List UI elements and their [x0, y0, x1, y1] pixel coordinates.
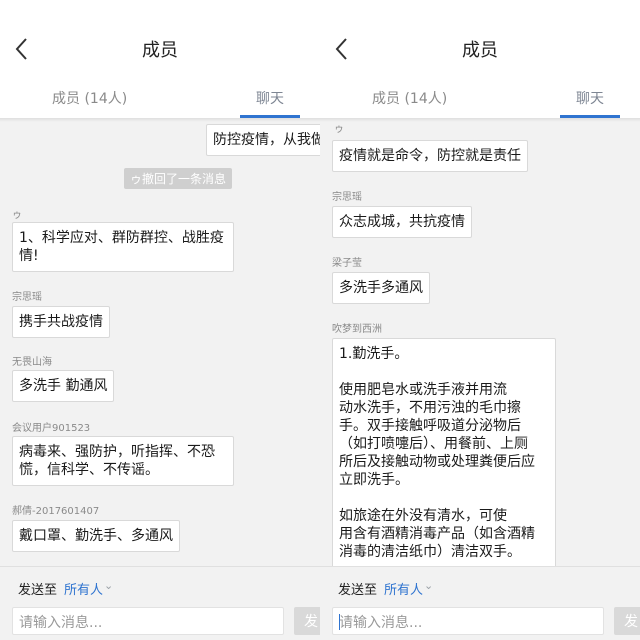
- chat-message: 戴口罩、勤洗手、多通风: [12, 520, 180, 552]
- tab-members[interactable]: 成员 (14人): [372, 88, 447, 108]
- message-sender: 会议用户901523: [12, 423, 91, 434]
- header: 成员 成员 (14人) 聊天: [320, 0, 640, 118]
- chevron-down-icon[interactable]: ⌄: [104, 579, 113, 592]
- tab-members[interactable]: 成员 (14人): [52, 88, 127, 108]
- recall-notice: ゥ撤回了一条消息: [124, 168, 233, 189]
- message-sender: 郝倩-2017601407: [12, 506, 100, 517]
- message-sender: 梁子莹: [332, 258, 362, 269]
- chat-area[interactable]: ゥ 疫情就是命令，防控就是责任 宗思瑶 众志成城，共抗疫情 梁子莹 多洗手多通风…: [320, 118, 640, 566]
- message-sender: 宗思瑶: [332, 192, 362, 203]
- recipient-select[interactable]: 所有人: [384, 579, 423, 598]
- message-sender: 无畏山海: [12, 357, 52, 368]
- message-sender: 吹梦到西洲: [332, 324, 382, 335]
- message-sender: ゥ: [12, 210, 22, 221]
- left-screen: 成员 成员 (14人) 聊天 防控疫情，从我做 ゥ撤回了一条消息 ゥ 1、科学应…: [0, 0, 320, 640]
- chat-message: 多洗手 勤通风: [12, 370, 115, 402]
- chat-message: 病毒来、强防护，听指挥、不恐 慌，信科学、不传谣。: [12, 436, 234, 486]
- send-to-label: 发送至: [18, 583, 58, 598]
- right-screen: 成员 成员 (14人) 聊天 ゥ 疫情就是命令，防控就是责任 宗思瑶 众志成城，…: [320, 0, 640, 640]
- chevron-down-icon[interactable]: ⌄: [424, 579, 433, 592]
- composer: 发送至 所有人 ⌄ 请输入消息... 发: [0, 566, 320, 640]
- chat-area[interactable]: 防控疫情，从我做 ゥ撤回了一条消息 ゥ 1、科学应对、群防群控、战胜疫 情! 宗…: [0, 118, 320, 566]
- message-sender: 宗思瑶: [12, 292, 42, 303]
- message-sender: ゥ: [334, 124, 344, 135]
- page-title: 成员: [142, 40, 178, 61]
- header: 成员 成员 (14人) 聊天: [0, 0, 320, 118]
- composer: 发送至 所有人 ⌄ 请输入消息... 发: [320, 566, 640, 640]
- chat-message: 1.勤洗手。 使用肥皂水或洗手液并用流 动水洗手，不用污浊的毛巾擦 手。双手接触…: [332, 338, 556, 566]
- chat-message: 疫情就是命令，防控就是责任: [332, 140, 528, 172]
- tab-chat[interactable]: 聊天: [256, 88, 284, 108]
- page-title: 成员: [462, 40, 498, 61]
- tab-chat[interactable]: 聊天: [576, 88, 604, 108]
- send-to-label: 发送至: [338, 583, 378, 598]
- chat-message: 1、科学应对、群防群控、战胜疫 情!: [12, 222, 234, 272]
- chat-message: 多洗手多通风: [332, 272, 430, 304]
- message-input[interactable]: 请输入消息...: [332, 607, 604, 635]
- recipient-select[interactable]: 所有人: [64, 579, 103, 598]
- chat-message: 携手共战疫情: [12, 306, 110, 338]
- chat-message-partial: 防控疫情，从我做: [206, 124, 320, 156]
- chat-message: 众志成城，共抗疫情: [332, 206, 472, 238]
- message-input[interactable]: 请输入消息...: [12, 607, 284, 635]
- send-button[interactable]: 发: [614, 607, 640, 635]
- send-button[interactable]: 发: [294, 607, 320, 635]
